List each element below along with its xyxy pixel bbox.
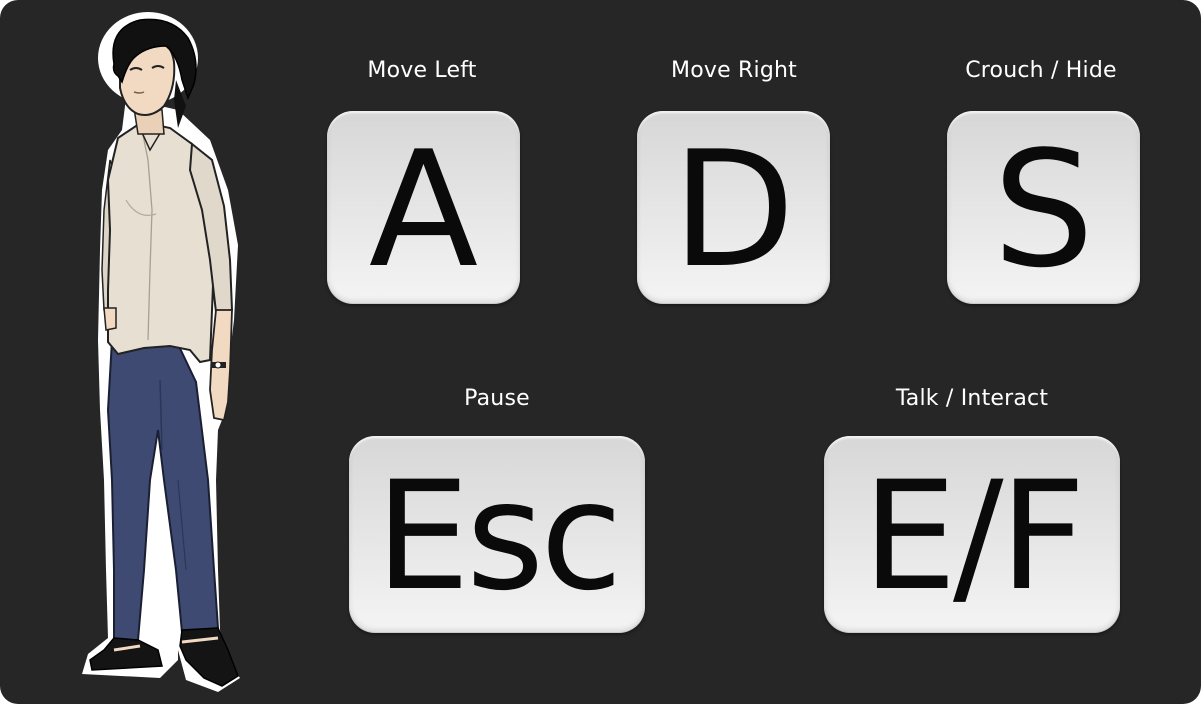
move-right-label: Move Right <box>671 58 797 83</box>
key-a-glyph: A <box>368 115 479 303</box>
key-d-glyph: D <box>671 115 796 303</box>
talk-interact-label: Talk / Interact <box>895 386 1049 411</box>
controls-panel: Move Left Move Right Crouch / Hide Pause… <box>0 0 1201 704</box>
key-e-f-glyph: E/F <box>862 449 1086 624</box>
key-s: S <box>947 111 1140 304</box>
move-left-label: Move Left <box>367 58 477 83</box>
key-a: A <box>327 111 520 304</box>
character-illustration <box>82 12 240 692</box>
key-esc-glyph: Esc <box>375 449 622 624</box>
pause-label: Pause <box>464 386 530 411</box>
key-d: D <box>637 111 830 304</box>
key-esc: Esc <box>349 436 645 633</box>
crouch-hide-label: Crouch / Hide <box>965 58 1117 83</box>
key-s-glyph: S <box>992 115 1095 303</box>
key-e-f: E/F <box>824 436 1120 633</box>
